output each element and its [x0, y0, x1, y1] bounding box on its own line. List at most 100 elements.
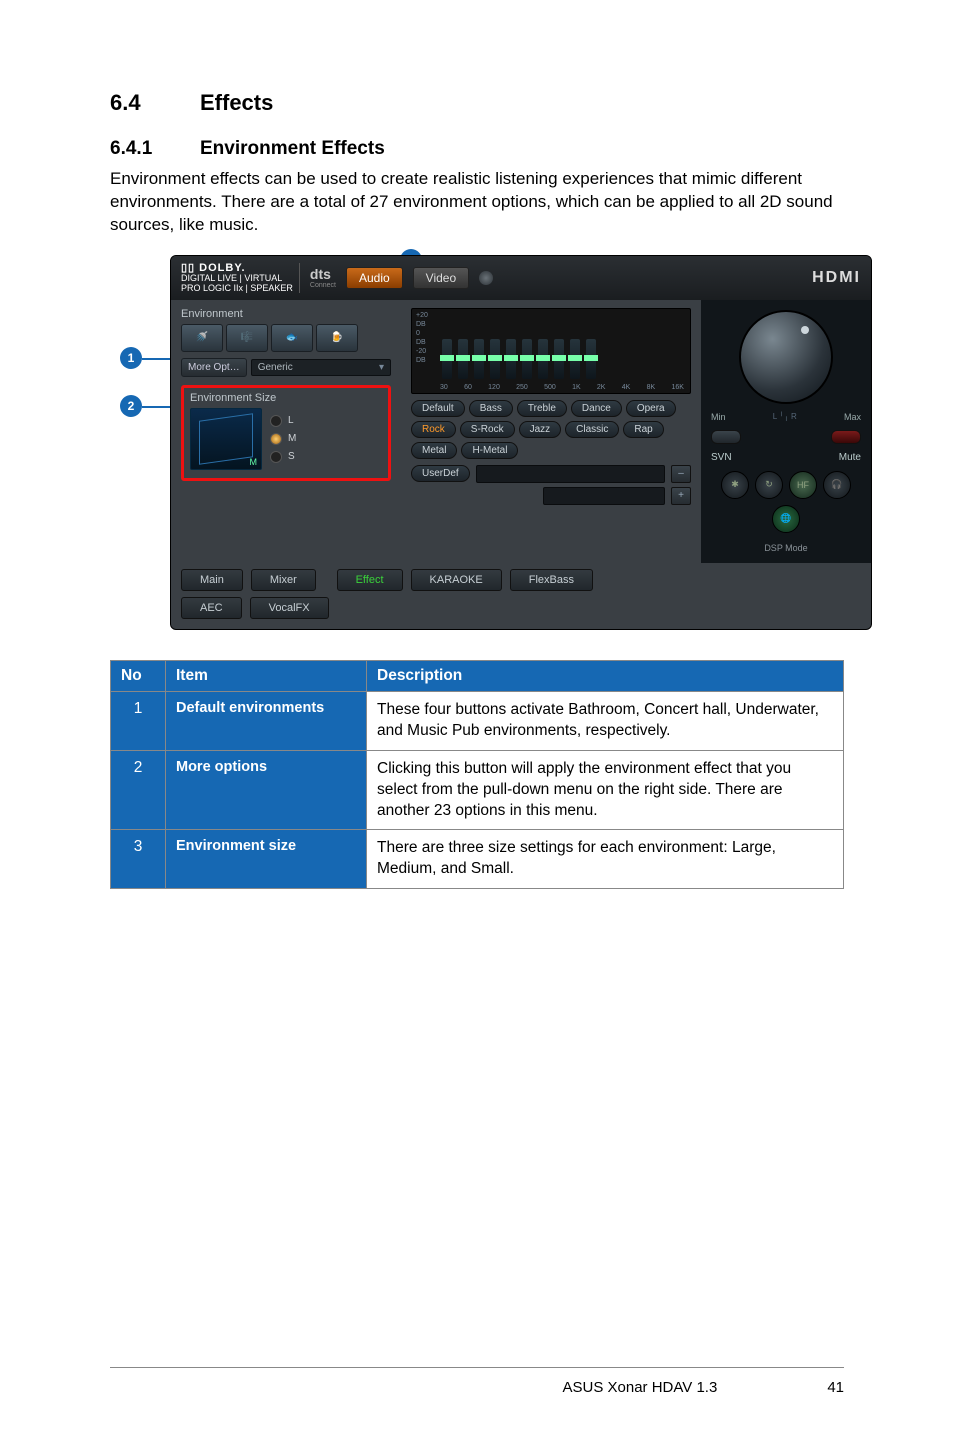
preset-default[interactable]: Default	[411, 400, 465, 417]
tab-mixer[interactable]: Mixer	[251, 569, 316, 591]
preset-bass[interactable]: Bass	[469, 400, 513, 417]
preset-rap[interactable]: Rap	[623, 421, 663, 438]
tab-flexbass[interactable]: FlexBass	[510, 569, 593, 591]
environment-size-group: Environment Size M L M S	[181, 385, 391, 481]
cell-no: 3	[111, 830, 166, 889]
eq-slider[interactable]	[474, 339, 484, 379]
radio-icon-selected	[270, 433, 282, 445]
cell-item: Environment size	[166, 830, 367, 889]
hdmi-logo: HDMI	[812, 269, 861, 287]
env-btn-music-pub[interactable]: 🍺	[316, 324, 358, 352]
section-title: Effects	[200, 90, 273, 115]
preset-h-metal[interactable]: H-Metal	[461, 442, 518, 459]
mode-icon-5[interactable]: 🌐	[772, 505, 800, 533]
bathroom-icon: 🚿	[196, 332, 208, 343]
dolby-sub2: PRO LOGIC IIx	[181, 283, 243, 293]
eq-slider[interactable]	[586, 339, 596, 379]
wireframe-m-label: M	[250, 457, 258, 467]
pub-icon: 🍺	[331, 332, 343, 343]
more-options-button[interactable]: More Opt…	[181, 358, 247, 377]
power-icon[interactable]	[479, 271, 493, 285]
tab-audio[interactable]: Audio	[346, 267, 403, 289]
environment-preset-buttons: 🚿 🎼 🐟 🍺	[181, 324, 391, 352]
tab-vocalfx[interactable]: VocalFX	[250, 597, 329, 619]
mute-toggle[interactable]	[831, 430, 861, 444]
env-btn-concert-hall[interactable]: 🎼	[226, 324, 268, 352]
eq-slider[interactable]	[458, 339, 468, 379]
main-content-row: Environment 🚿 🎼 🐟 🍺 More Opt… Generic ▾	[171, 300, 871, 563]
preset-dance[interactable]: Dance	[571, 400, 622, 417]
tab-effect[interactable]: Effect	[337, 569, 403, 591]
hf-label: HF	[797, 480, 809, 490]
preset-opera[interactable]: Opera	[626, 400, 676, 417]
cell-no: 1	[111, 691, 166, 750]
env-btn-underwater[interactable]: 🐟	[271, 324, 313, 352]
tab-main[interactable]: Main	[181, 569, 243, 591]
env-btn-bathroom[interactable]: 🚿	[181, 324, 223, 352]
subsection-title: Environment Effects	[200, 138, 385, 159]
preset-userdef[interactable]: UserDef	[411, 465, 470, 482]
preset-name-dropdown[interactable]	[476, 465, 665, 483]
environment-dropdown[interactable]: Generic ▾	[251, 359, 391, 376]
preset-s-rock[interactable]: S-Rock	[460, 421, 515, 438]
mode-icon-1[interactable]: ✱	[721, 471, 749, 499]
preset-treble[interactable]: Treble	[517, 400, 567, 417]
dts-text: dts	[310, 266, 331, 282]
subsection-number: 6.4.1	[110, 138, 200, 160]
footer-page-number: 41	[827, 1379, 844, 1396]
cell-no: 2	[111, 750, 166, 830]
mute-label: Mute	[839, 452, 861, 463]
eq-slider[interactable]	[490, 339, 500, 379]
tab-aec[interactable]: AEC	[181, 597, 242, 619]
volume-knob[interactable]	[739, 310, 833, 404]
eq-slider[interactable]	[538, 339, 548, 379]
eq-slider[interactable]	[570, 339, 580, 379]
equalizer[interactable]: +20DB0DB-20DB 30601202505001K2	[411, 308, 691, 394]
radio-icon	[270, 415, 282, 427]
left-pane: Environment 🚿 🎼 🐟 🍺 More Opt… Generic ▾	[171, 300, 401, 563]
bottom-tab-bar: Main Mixer AEC VocalFX Effect KARAOKE Fl…	[171, 563, 871, 629]
size-small-label: S	[288, 451, 295, 462]
eq-slider[interactable]	[506, 339, 516, 379]
size-medium-label: M	[288, 433, 296, 444]
dolby-sub4: SPEAKER	[250, 283, 293, 293]
eq-slider[interactable]	[442, 339, 452, 379]
screenshot-figure: 3 1 2 ▯▯ DOLBY. DIGITAL LIVE | VIRTUAL P…	[120, 255, 844, 630]
size-large-label: L	[288, 415, 294, 426]
preset-remove-button[interactable]: –	[671, 465, 691, 483]
callout-2: 2	[120, 395, 142, 417]
preset-classic[interactable]: Classic	[565, 421, 619, 438]
size-large-radio[interactable]: L	[270, 415, 296, 427]
svn-mute-row	[711, 430, 861, 444]
dropdown-value: Generic	[258, 362, 293, 373]
center-pane: +20DB0DB-20DB 30601202505001K2	[401, 300, 701, 563]
dsp-mode-label: DSP Mode	[764, 543, 807, 553]
dts-logo: dts Connect	[310, 266, 336, 289]
eq-slider[interactable]	[554, 339, 564, 379]
cell-description: These four buttons activate Bathroom, Co…	[367, 691, 844, 750]
eq-slider[interactable]	[522, 339, 532, 379]
min-label: Min	[711, 412, 726, 422]
user-preset-row: UserDef –	[411, 465, 691, 483]
preset-jazz[interactable]: Jazz	[519, 421, 562, 438]
preset-metal[interactable]: Metal	[411, 442, 457, 459]
size-radio-group: L M S	[270, 415, 296, 463]
th-description: Description	[367, 660, 844, 691]
section-number: 6.4	[110, 90, 200, 116]
size-small-radio[interactable]: S	[270, 451, 296, 463]
tab-video[interactable]: Video	[413, 267, 469, 289]
chevron-down-icon: ▾	[379, 362, 384, 373]
preset-add-button[interactable]: +	[671, 487, 691, 505]
mode-icon-2[interactable]: ↻	[755, 471, 783, 499]
mode-icon-4[interactable]: 🎧	[823, 471, 851, 499]
preset-rock[interactable]: Rock	[411, 421, 456, 438]
environment-size-label: Environment Size	[190, 392, 382, 404]
svn-toggle[interactable]	[711, 430, 741, 444]
cell-item: Default environments	[166, 691, 367, 750]
preset-name-input[interactable]	[543, 487, 665, 505]
tab-karaoke[interactable]: KARAOKE	[411, 569, 502, 591]
size-medium-radio[interactable]: M	[270, 433, 296, 445]
mode-icon-hf[interactable]: HF	[789, 471, 817, 499]
knob-range-labels: Min L ╵╷ R Max	[711, 412, 861, 422]
concert-icon: 🎼	[241, 332, 253, 343]
